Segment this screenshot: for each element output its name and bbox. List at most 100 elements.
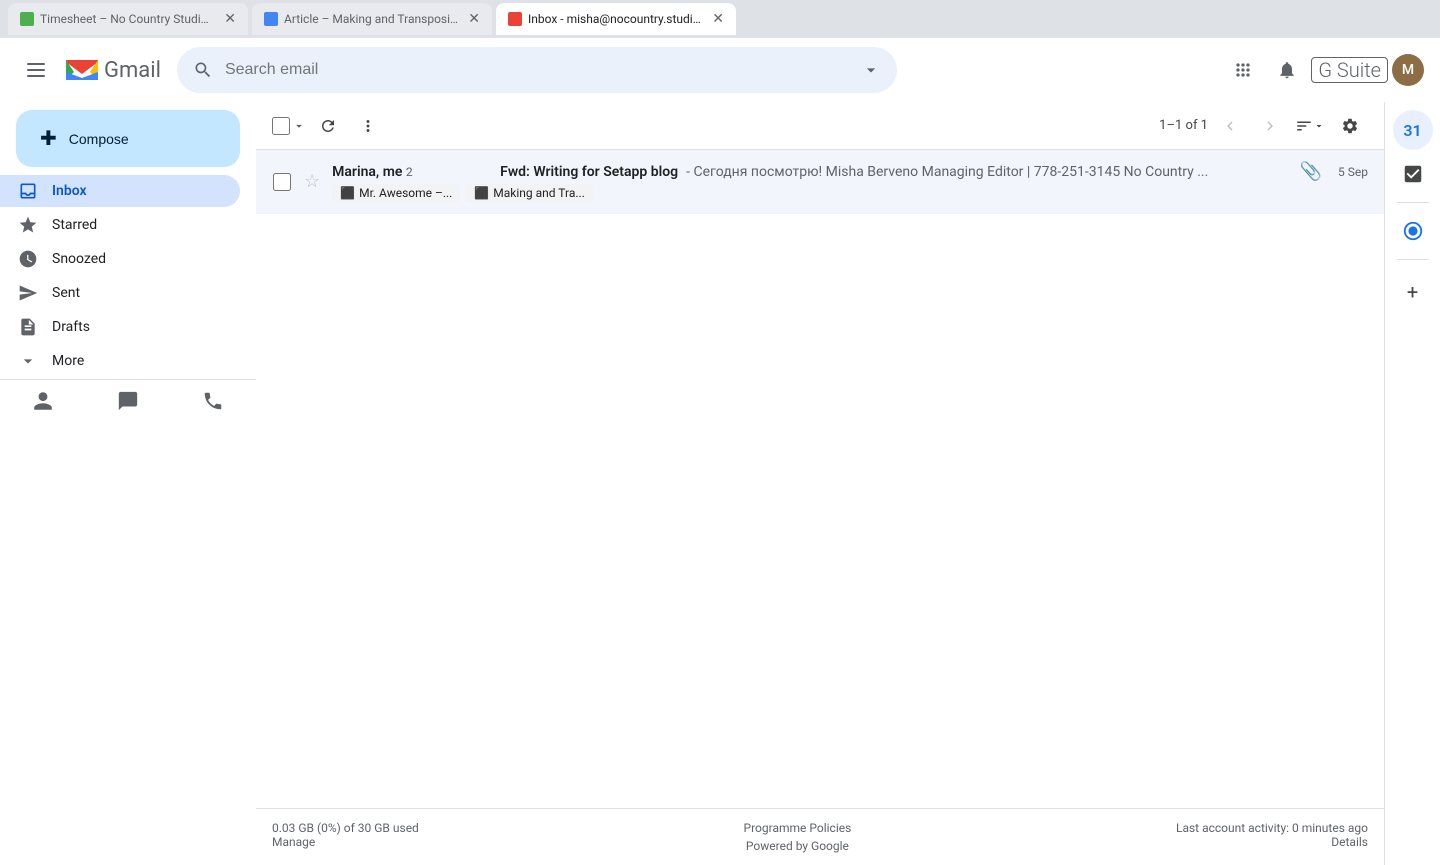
right-sidebar-divider xyxy=(1397,202,1429,203)
sidebar-item-inbox[interactable]: Inbox xyxy=(0,175,240,207)
chat-icon[interactable] xyxy=(117,390,139,417)
snoozed-label: Snoozed xyxy=(52,251,224,267)
next-page-button[interactable] xyxy=(1252,108,1288,144)
inbox-icon xyxy=(16,181,40,201)
sidebar-item-drafts[interactable]: Drafts xyxy=(0,311,240,343)
phone-icon[interactable] xyxy=(202,390,224,417)
star-button[interactable]: ☆ xyxy=(304,171,320,192)
tab-title-gmail: Inbox - misha@nocountry.studio - No Coun… xyxy=(528,12,702,26)
email-row-inner: Marina, me 2 Fwd: Writing for Setapp blo… xyxy=(332,161,1368,202)
starred-label: Starred xyxy=(52,217,224,233)
gmail-app: Gmail G Suite xyxy=(0,38,1440,865)
footer-center: Programme Policies Powered by Google xyxy=(744,821,852,853)
header-icons: G Suite M xyxy=(1223,50,1424,90)
email-list: ☆ Marina, me 2 Fwd: Writing for Setapp b… xyxy=(256,150,1384,808)
email-toolbar: 1–1 of 1 xyxy=(256,102,1384,150)
notifications-button[interactable] xyxy=(1267,50,1307,90)
tab-favicon-harvest xyxy=(20,12,34,26)
gsuite-text: G Suite xyxy=(1311,57,1388,83)
compose-label: Compose xyxy=(69,131,129,147)
toolbar-right: 1–1 of 1 xyxy=(1159,108,1368,144)
email-sender: Marina, me 2 xyxy=(332,164,492,180)
main-content: 1–1 of 1 xyxy=(256,102,1384,865)
add-sidebar-icon[interactable]: + xyxy=(1393,272,1433,312)
settings-button[interactable] xyxy=(1332,108,1368,144)
tab-docs[interactable]: Article – Making and Transposing an Emai… xyxy=(252,3,492,35)
sidebar-bottom xyxy=(0,379,256,427)
search-bar[interactable] xyxy=(177,47,897,93)
select-all-wrapper[interactable] xyxy=(272,117,306,135)
toolbar-left xyxy=(272,108,386,144)
email-checkbox[interactable] xyxy=(272,173,292,191)
calendar-icon[interactable]: 31 xyxy=(1393,110,1433,150)
more-label: More xyxy=(52,353,224,369)
activity-text: Last account activity: 0 minutes ago xyxy=(1176,821,1368,835)
more-icon xyxy=(16,351,40,371)
chip-label-1: Mr. Awesome –... xyxy=(359,186,452,200)
sidebar-item-more[interactable]: More xyxy=(0,345,240,377)
email-preview: Fwd: Writing for Setapp blog - Сегодня п… xyxy=(500,164,1291,180)
table-row[interactable]: ☆ Marina, me 2 Fwd: Writing for Setapp b… xyxy=(256,150,1384,214)
manage-link[interactable]: Manage xyxy=(272,835,315,849)
chip-spreadsheet[interactable]: ⬛ Mr. Awesome –... xyxy=(332,184,460,202)
footer-activity: Last account activity: 0 minutes ago Det… xyxy=(1176,821,1368,849)
email-chips-row: ⬛ Mr. Awesome –... ⬛ Making and Tra... xyxy=(332,184,1368,202)
footer: 0.03 GB (0%) of 30 GB used Manage Progra… xyxy=(256,808,1384,865)
storage-text: 0.03 GB (0%) of 30 GB used xyxy=(272,821,419,835)
tab-title-harvest: Timesheet – No Country Studio – Harvest xyxy=(40,12,214,26)
tab-close-harvest[interactable]: ✕ xyxy=(224,11,236,27)
search-dropdown-icon[interactable] xyxy=(861,60,881,80)
sidebar-item-snoozed[interactable]: Snoozed xyxy=(0,243,240,275)
compose-button[interactable]: ✚ Compose xyxy=(16,110,240,167)
footer-storage: 0.03 GB (0%) of 30 GB used Manage xyxy=(272,821,419,849)
tab-favicon-gmail xyxy=(508,12,522,26)
email-date: 5 Sep xyxy=(1338,165,1368,179)
gsuite-label: G Suite xyxy=(1311,57,1388,83)
page-count: 1–1 of 1 xyxy=(1159,118,1208,133)
gmail-body: ✚ Compose Inbox Starred Snoozed xyxy=(0,102,1440,865)
compose-plus-icon: ✚ xyxy=(40,126,57,151)
snoozed-icon xyxy=(16,249,40,269)
search-icon xyxy=(193,60,213,80)
search-input[interactable] xyxy=(225,61,849,79)
tasks-icon[interactable] xyxy=(1393,154,1433,194)
apps-button[interactable] xyxy=(1223,50,1263,90)
powered-link[interactable]: Powered by Google xyxy=(746,839,849,853)
sent-icon xyxy=(16,283,40,303)
tab-favicon-docs xyxy=(264,12,278,26)
avatar[interactable]: M xyxy=(1392,54,1424,86)
sidebar-item-starred[interactable]: Starred xyxy=(0,209,240,241)
sidebar-item-sent[interactable]: Sent xyxy=(0,277,240,309)
right-sidebar: 31 + xyxy=(1384,102,1440,865)
hamburger-button[interactable] xyxy=(16,50,56,90)
email-subject: Fwd: Writing for Setapp blog xyxy=(500,164,678,180)
tab-gmail[interactable]: Inbox - misha@nocountry.studio - No Coun… xyxy=(496,3,736,35)
email-row-top: Marina, me 2 Fwd: Writing for Setapp blo… xyxy=(332,161,1368,182)
view-settings-button[interactable] xyxy=(1292,108,1328,144)
gmail-logo: Gmail xyxy=(64,56,161,84)
inbox-label: Inbox xyxy=(52,183,224,199)
chip-label-2: Making and Tra... xyxy=(493,186,585,200)
email-snippet: - Сегодня посмотрю! Misha Berveno Managi… xyxy=(686,164,1208,180)
details-link[interactable]: Details xyxy=(1331,835,1368,849)
attachment-icon: 📎 xyxy=(1300,161,1322,182)
browser-bar: Timesheet – No Country Studio – Harvest … xyxy=(0,0,1440,38)
tab-close-gmail[interactable]: ✕ xyxy=(712,11,724,27)
drafts-icon xyxy=(16,317,40,337)
chip-doc[interactable]: ⬛ Making and Tra... xyxy=(466,184,593,202)
more-options-button[interactable] xyxy=(350,108,386,144)
person-icon[interactable] xyxy=(32,390,54,417)
select-all-checkbox[interactable] xyxy=(272,117,290,135)
select-dropdown-icon[interactable] xyxy=(292,119,306,133)
gmail-text: Gmail xyxy=(104,58,161,83)
gmail-header: Gmail G Suite xyxy=(0,38,1440,102)
prev-page-button[interactable] xyxy=(1212,108,1248,144)
sidebar: ✚ Compose Inbox Starred Snoozed xyxy=(0,102,256,865)
tab-harvest[interactable]: Timesheet – No Country Studio – Harvest … xyxy=(8,3,248,35)
sent-label: Sent xyxy=(52,285,224,301)
refresh-button[interactable] xyxy=(310,108,346,144)
tab-close-docs[interactable]: ✕ xyxy=(468,11,480,27)
policy-link[interactable]: Programme Policies xyxy=(744,821,852,835)
circle-icon[interactable] xyxy=(1393,211,1433,251)
starred-icon xyxy=(16,215,40,235)
